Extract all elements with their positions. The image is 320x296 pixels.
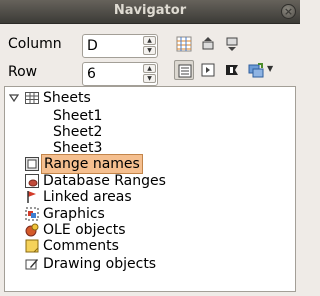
row-input[interactable] <box>83 63 143 85</box>
scenarios-icon <box>226 65 238 75</box>
toggle-icon <box>201 63 215 77</box>
row-increment-button[interactable]: ▲ <box>143 64 156 73</box>
row-spinbox[interactable]: ▲ ▼ <box>82 62 158 86</box>
sheets-label: Sheets <box>43 90 91 106</box>
dropdown-arrow-icon: ▼ <box>267 64 274 73</box>
start-icon <box>202 37 214 50</box>
start-button[interactable] <box>198 34 218 54</box>
navigator-tree[interactable]: Sheets Sheet1 Sheet2 Sheet3 Range names … <box>4 86 296 292</box>
tree-node-linked-areas[interactable]: Linked areas <box>25 188 225 206</box>
row-label: Row <box>8 64 38 80</box>
range-names-label: Range names <box>41 154 143 174</box>
tree-node-drawing-objects[interactable]: Drawing objects <box>25 255 245 273</box>
toggle-button[interactable] <box>198 60 218 80</box>
window-title: Navigator <box>113 3 187 18</box>
database-ranges-icon <box>25 174 39 188</box>
close-button[interactable]: × <box>281 4 296 19</box>
linked-areas-label: Linked areas <box>43 189 132 205</box>
contents-button[interactable] <box>174 60 194 80</box>
linked-areas-icon <box>27 191 36 203</box>
column-increment-button[interactable]: ▲ <box>143 36 156 45</box>
expand-arrow-icon[interactable] <box>9 93 19 103</box>
title-bar: Navigator × <box>0 0 300 24</box>
comments-icon <box>25 239 39 253</box>
column-input[interactable] <box>83 35 143 57</box>
range-names-icon <box>25 157 39 171</box>
tree-node-comments[interactable]: Comments <box>25 237 225 255</box>
drag-mode-button[interactable]: ▼ <box>246 60 274 80</box>
column-spinbox[interactable]: ▲ ▼ <box>82 34 158 58</box>
column-label: Column <box>8 36 62 52</box>
end-button[interactable] <box>222 34 242 54</box>
graphics-icon <box>25 207 39 221</box>
scenarios-button[interactable] <box>222 60 242 80</box>
data-range-icon <box>176 36 192 52</box>
data-range-button[interactable] <box>174 34 194 54</box>
sheets-icon <box>25 92 39 104</box>
tree-node-sheets[interactable]: Sheets <box>9 89 209 107</box>
drawing-objects-icon <box>25 259 38 270</box>
ole-objects-icon <box>25 223 39 237</box>
drag-mode-icon <box>248 63 264 78</box>
column-decrement-button[interactable]: ▼ <box>143 46 156 55</box>
contents-icon <box>178 64 192 78</box>
end-icon <box>226 37 238 51</box>
comments-label: Comments <box>43 238 119 254</box>
row-decrement-button[interactable]: ▼ <box>143 74 156 83</box>
drawing-objects-label: Drawing objects <box>43 256 157 272</box>
tree-node-range-names[interactable]: Range names <box>25 154 225 174</box>
